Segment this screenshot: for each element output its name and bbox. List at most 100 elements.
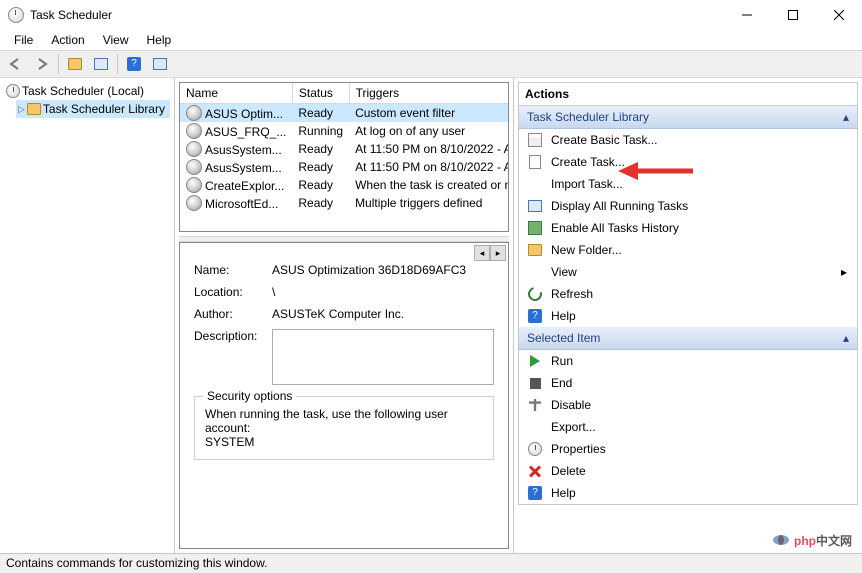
cell-status: Ready bbox=[292, 194, 349, 212]
toolbar-separator bbox=[58, 54, 59, 74]
author-label: Author: bbox=[194, 307, 272, 321]
action-label: Help bbox=[551, 486, 576, 500]
cell-status: Ready bbox=[292, 104, 349, 123]
tab-scroll-left[interactable]: ◂ bbox=[474, 245, 490, 261]
action-item[interactable]: Run bbox=[519, 350, 857, 372]
toolbar-separator bbox=[117, 54, 118, 74]
help-icon: ? bbox=[527, 308, 543, 324]
table-row[interactable]: CreateExplor...ReadyWhen the task is cre… bbox=[180, 176, 509, 194]
action-item[interactable]: Enable All Tasks History bbox=[519, 217, 857, 239]
action-label: Create Basic Task... bbox=[551, 133, 658, 147]
expand-icon[interactable]: ▷ bbox=[18, 104, 25, 115]
blank-icon bbox=[527, 419, 543, 435]
toolbar-properties-button[interactable] bbox=[89, 52, 113, 76]
cell-name: AsusSystem... bbox=[180, 140, 292, 158]
table-row[interactable]: MicrosoftEd...ReadyMultiple triggers def… bbox=[180, 194, 509, 212]
folder-icon bbox=[27, 103, 41, 115]
window-title: Task Scheduler bbox=[30, 8, 724, 22]
toolbar-folder-button[interactable] bbox=[63, 52, 87, 76]
action-item[interactable]: End bbox=[519, 372, 857, 394]
group-header-selected[interactable]: Selected Item ▴ bbox=[519, 327, 857, 350]
menu-help[interactable]: Help bbox=[139, 31, 180, 49]
action-item[interactable]: Export... bbox=[519, 416, 857, 438]
minimize-button[interactable] bbox=[724, 0, 770, 30]
action-item[interactable]: Create Basic Task... bbox=[519, 129, 857, 151]
table-row[interactable]: ASUS_FRQ_...RunningAt log on of any user bbox=[180, 122, 509, 140]
app-icon bbox=[8, 7, 24, 23]
menu-action[interactable]: Action bbox=[43, 31, 92, 49]
task-list[interactable]: Name Status Triggers ASUS Optim...ReadyC… bbox=[179, 82, 509, 232]
window-icon bbox=[94, 58, 108, 70]
cell-triggers: At 11:50 PM on 8/10/2022 - A bbox=[349, 140, 509, 158]
watermark: phpphp中文网中文网 bbox=[772, 531, 852, 549]
action-item[interactable]: Import Task... bbox=[519, 173, 857, 195]
nav-back-button[interactable] bbox=[4, 52, 28, 76]
nav-forward-button[interactable] bbox=[30, 52, 54, 76]
action-item[interactable]: Display All Running Tasks bbox=[519, 195, 857, 217]
collapse-icon: ▴ bbox=[843, 331, 849, 345]
action-item[interactable]: Delete bbox=[519, 460, 857, 482]
close-button[interactable] bbox=[816, 0, 862, 30]
action-label: Refresh bbox=[551, 287, 593, 301]
tree-library-label: Task Scheduler Library bbox=[43, 102, 165, 116]
toolbar-help-button[interactable]: ? bbox=[122, 52, 146, 76]
action-item[interactable]: View▸ bbox=[519, 261, 857, 283]
action-item[interactable]: Create Task... bbox=[519, 151, 857, 173]
security-account: SYSTEM bbox=[205, 435, 483, 449]
col-triggers[interactable]: Triggers bbox=[349, 83, 509, 104]
table-row[interactable]: ASUS Optim...ReadyCustom event filter bbox=[180, 104, 509, 123]
folder-icon bbox=[68, 58, 82, 70]
action-label: End bbox=[551, 376, 572, 390]
action-item[interactable]: Disable bbox=[519, 394, 857, 416]
table-row[interactable]: AsusSystem...ReadyAt 11:50 PM on 8/10/20… bbox=[180, 140, 509, 158]
action-item[interactable]: ? Help bbox=[519, 305, 857, 327]
chevron-right-icon: ▸ bbox=[841, 265, 847, 279]
center-pane: Name Status Triggers ASUS Optim...ReadyC… bbox=[175, 78, 514, 553]
col-status[interactable]: Status bbox=[292, 83, 349, 104]
tree-library[interactable]: ▷ Task Scheduler Library bbox=[16, 100, 170, 118]
menu-view[interactable]: View bbox=[95, 31, 137, 49]
name-value: ASUS Optimization 36D18D69AFC3 bbox=[272, 263, 494, 277]
cell-name: CreateExplor... bbox=[180, 176, 292, 194]
location-value: \ bbox=[272, 285, 494, 299]
pane-icon bbox=[153, 58, 167, 70]
description-field[interactable] bbox=[272, 329, 494, 385]
table-row[interactable]: AsusSystem...ReadyAt 11:50 PM on 8/10/20… bbox=[180, 158, 509, 176]
action-label: Help bbox=[551, 309, 576, 323]
action-label: Properties bbox=[551, 442, 606, 456]
action-item[interactable]: Refresh bbox=[519, 283, 857, 305]
x-icon bbox=[527, 463, 543, 479]
maximize-button[interactable] bbox=[770, 0, 816, 30]
doc-icon bbox=[527, 154, 543, 170]
security-legend: Security options bbox=[203, 389, 296, 403]
action-label: Enable All Tasks History bbox=[551, 221, 679, 235]
description-label: Description: bbox=[194, 329, 272, 388]
col-name[interactable]: Name bbox=[180, 83, 292, 104]
help-icon: ? bbox=[127, 57, 141, 71]
folder-icon bbox=[527, 242, 543, 258]
cell-status: Ready bbox=[292, 176, 349, 194]
toolbar-pane-button[interactable] bbox=[148, 52, 172, 76]
action-item[interactable]: New Folder... bbox=[519, 239, 857, 261]
watermark-icon bbox=[772, 531, 790, 549]
author-value: ASUSTeK Computer Inc. bbox=[272, 307, 494, 321]
group-header-library[interactable]: Task Scheduler Library ▴ bbox=[519, 106, 857, 129]
action-item[interactable]: Properties bbox=[519, 438, 857, 460]
titlebar: Task Scheduler bbox=[0, 0, 862, 30]
name-label: Name: bbox=[194, 263, 272, 277]
main-area: Task Scheduler (Local) ▷ Task Scheduler … bbox=[0, 78, 862, 553]
navigation-tree[interactable]: Task Scheduler (Local) ▷ Task Scheduler … bbox=[0, 78, 175, 553]
cell-name: MicrosoftEd... bbox=[180, 194, 292, 212]
cell-triggers: Custom event filter bbox=[349, 104, 509, 123]
help-icon: ? bbox=[527, 485, 543, 501]
action-label: Import Task... bbox=[551, 177, 623, 191]
tab-scroll-right[interactable]: ▸ bbox=[490, 245, 506, 261]
blank-icon bbox=[527, 264, 543, 280]
menu-file[interactable]: File bbox=[6, 31, 41, 49]
cell-triggers: At 11:50 PM on 8/10/2022 - A bbox=[349, 158, 509, 176]
action-label: Disable bbox=[551, 398, 591, 412]
tree-root[interactable]: Task Scheduler (Local) bbox=[4, 82, 170, 100]
cell-status: Running bbox=[292, 122, 349, 140]
window-icon bbox=[527, 198, 543, 214]
action-item[interactable]: ? Help bbox=[519, 482, 857, 504]
